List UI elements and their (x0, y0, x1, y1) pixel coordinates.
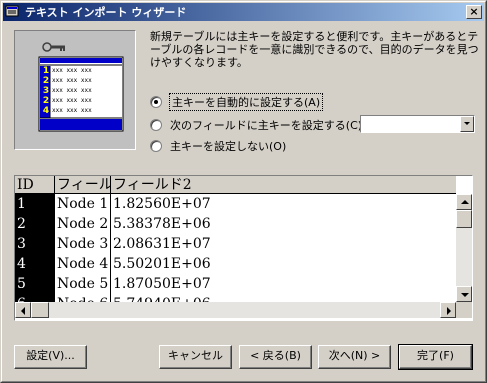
window-title: テキスト インポート ウィザード (25, 6, 187, 19)
cell-field2: 1.82560E+07 (113, 196, 211, 212)
cell-field1: Node 5 (55, 274, 111, 294)
cell-id: 6 (15, 294, 55, 302)
back-button[interactable]: < 戻る(B) (239, 345, 312, 369)
chevron-down-icon (464, 122, 470, 125)
option-no-key-label[interactable]: 主キーを設定しない(O) (170, 138, 286, 154)
radio-no-key[interactable] (150, 140, 162, 152)
close-button[interactable]: × (466, 5, 482, 19)
illus-row-text-1: xxx xxx xxx (52, 67, 92, 74)
column-header-id[interactable]: ID (15, 176, 55, 194)
finish-button[interactable]: 完了(F) (398, 344, 473, 370)
cell-field1: Node 6 (55, 294, 111, 302)
table-row[interactable]: 6 Node 6 5.74940E+06 (15, 294, 456, 302)
option-auto-key[interactable]: 主キーを自動的に設定する(A) (150, 93, 324, 111)
horizontal-scroll-thumb[interactable] (31, 302, 49, 318)
scroll-down-button[interactable] (456, 286, 472, 302)
wizard-window: テキスト インポート ウィザード × 1 2 3 2 4 xxx xxx xxx (0, 0, 487, 383)
cell-id: 5 (15, 274, 55, 294)
horizontal-scrollbar[interactable] (15, 302, 456, 318)
table-row[interactable]: 2 Node 2 5.38378E+06 (15, 214, 456, 234)
illus-row-text-3: xxx xxx xxx (52, 87, 92, 94)
cell-field1: Node 3 (55, 234, 111, 254)
column-header-field1[interactable]: フィールド1 (55, 176, 111, 194)
dropdown-button[interactable] (460, 116, 474, 132)
primary-key-illustration: 1 2 3 2 4 xxx xxx xxx xxx xxx xxx xxx xx… (14, 30, 136, 150)
illus-row-number-4: 2 (42, 96, 50, 106)
cell-field1: Node 1 (55, 194, 111, 214)
vertical-scroll-thumb[interactable] (456, 210, 472, 228)
arrow-left-icon (21, 307, 25, 315)
option-auto-key-label[interactable]: 主キーを自動的に設定する(A) (168, 93, 324, 111)
radio-auto-key[interactable] (150, 96, 162, 108)
description-text: 新規テーブルには主キーを設定すると便利です。主キーがあるとテーブルの各レコードを… (150, 30, 479, 69)
settings-button[interactable]: 設定(V)... (14, 345, 87, 369)
cell-field1: Node 4 (55, 254, 111, 274)
cell-id: 1 (15, 194, 55, 214)
arrow-up-icon (461, 200, 469, 204)
table-row[interactable]: 4 Node 4 5.50201E+06 (15, 254, 456, 274)
cell-field1: Node 2 (55, 214, 111, 234)
scroll-right-button[interactable] (440, 302, 456, 318)
cell-field2: 5.50201E+06 (113, 256, 211, 272)
title-bar[interactable]: テキスト インポート ウィザード × (3, 3, 484, 21)
option-choose-key[interactable]: 次のフィールドに主キーを設定する(C) (150, 117, 362, 133)
illus-row-number-1: 1 (42, 66, 50, 76)
option-choose-key-label[interactable]: 次のフィールドに主キーを設定する(C) (170, 117, 362, 133)
cancel-button[interactable]: キャンセル (159, 345, 232, 369)
arrow-right-icon (447, 307, 451, 315)
illus-row-text-5: xxx xxx xxx (52, 107, 92, 114)
cell-field2: 5.38378E+06 (113, 216, 211, 232)
option-no-key[interactable]: 主キーを設定しない(O) (150, 138, 286, 154)
wizard-app-icon[interactable] (5, 5, 21, 19)
illus-row-text-4: xxx xxx xxx (52, 97, 92, 104)
illus-row-text-2: xxx xxx xxx (52, 77, 92, 84)
table-row[interactable]: 1 Node 1 1.82560E+07 (15, 194, 456, 214)
vertical-scrollbar[interactable] (456, 194, 472, 302)
key-field-select[interactable] (360, 115, 475, 133)
grid-cells: ID フィールド1 フィールド2 1 Node 1 1.82560E+07 2 … (15, 176, 456, 302)
data-preview-grid[interactable]: ID フィールド1 フィールド2 1 Node 1 1.82560E+07 2 … (14, 175, 473, 321)
cell-field2: 5.74940E+06 (111, 294, 456, 302)
cell-id: 4 (15, 254, 55, 274)
column-header-field2[interactable]: フィールド2 (111, 176, 456, 194)
next-button[interactable]: 次へ(N) > (318, 345, 391, 369)
radio-choose-key[interactable] (150, 119, 162, 131)
cell-field2: 1.87050E+07 (113, 276, 211, 292)
scroll-left-button[interactable] (15, 302, 31, 318)
arrow-down-icon (461, 293, 469, 297)
cell-id: 2 (15, 214, 55, 234)
illus-row-number-2: 2 (42, 76, 50, 86)
scrollbar-corner (456, 302, 472, 318)
illus-row-number-5: 4 (42, 106, 50, 116)
illus-row-number-3: 3 (42, 86, 50, 96)
scroll-up-button[interactable] (456, 194, 472, 210)
cell-field2: 2.08631E+07 (113, 236, 211, 252)
cell-id: 3 (15, 234, 55, 254)
table-row[interactable]: 3 Node 3 2.08631E+07 (15, 234, 456, 254)
table-row[interactable]: 5 Node 5 1.87050E+07 (15, 274, 456, 294)
